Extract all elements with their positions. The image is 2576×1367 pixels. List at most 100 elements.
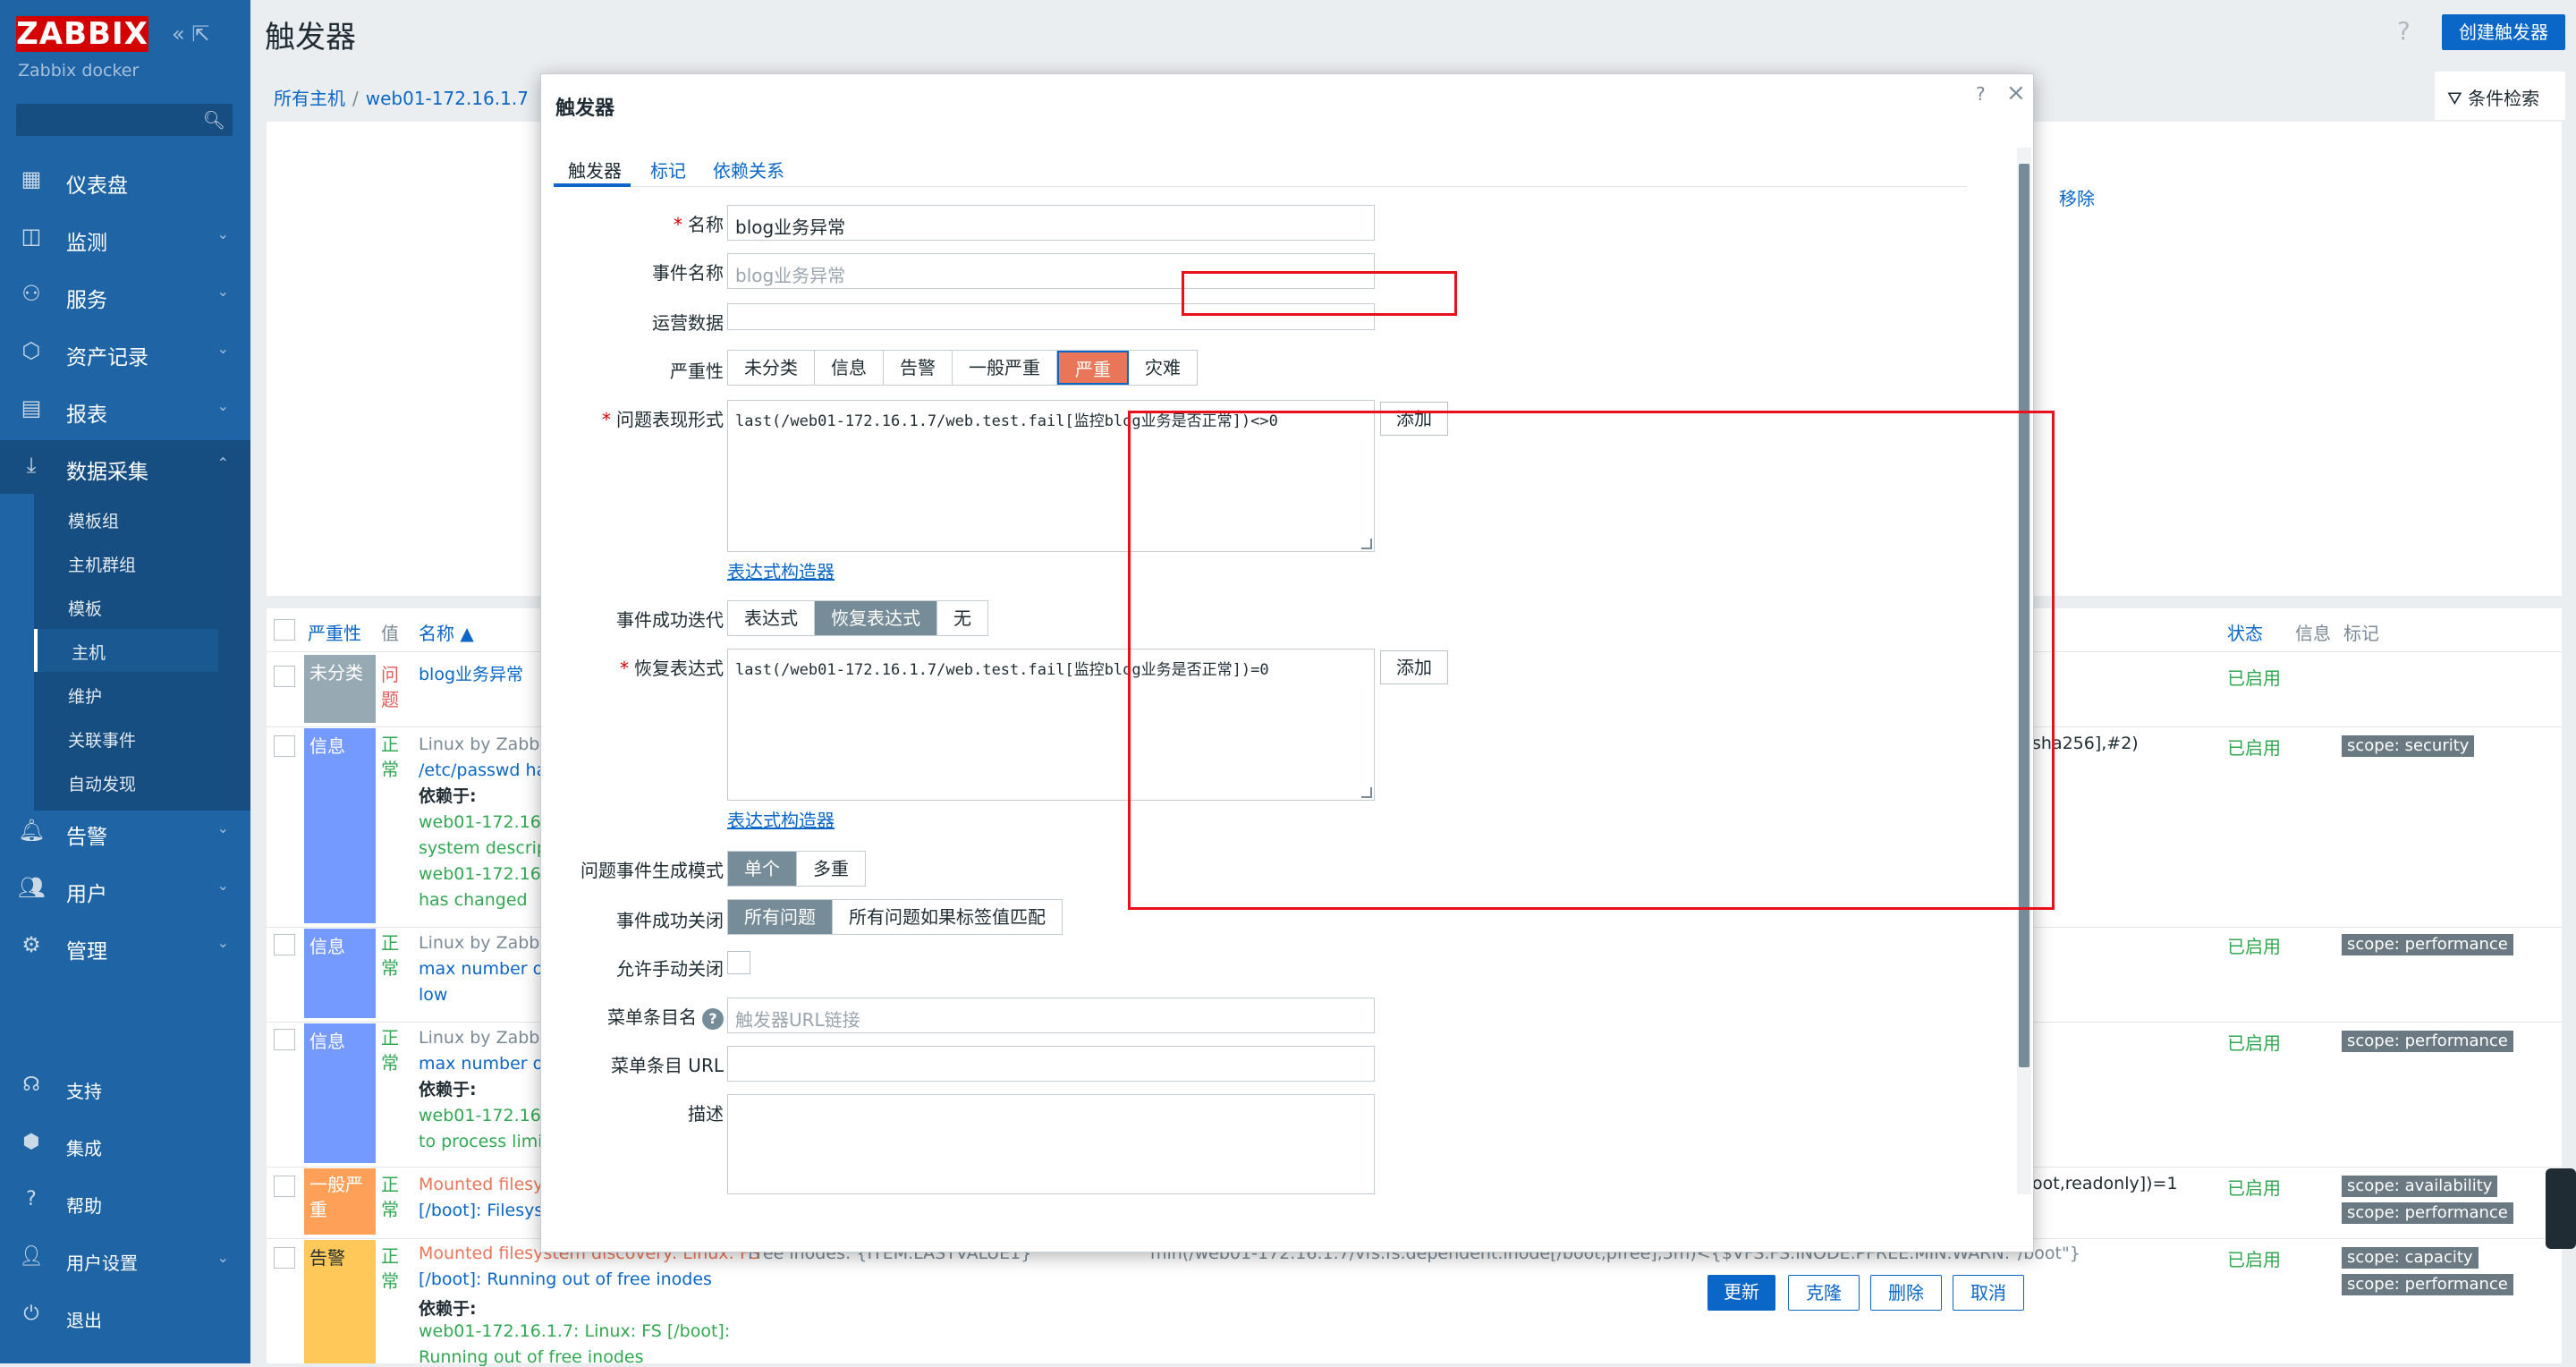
header-name[interactable]: 名称 ▲ (419, 619, 474, 645)
status-cell[interactable]: 已启用 (2227, 932, 2281, 958)
select-all-checkbox[interactable] (274, 619, 295, 641)
menu-name-input[interactable]: 触发器URL链接 (727, 998, 1375, 1033)
description-textarea[interactable] (727, 1094, 1375, 1194)
subnav-item-discovery[interactable]: 自动发现 (34, 760, 218, 803)
dependency-link[interactable]: web01-172.16.1 (419, 810, 544, 836)
sidebar-item-integrations[interactable]: ⬢ 集成 (0, 1118, 250, 1172)
sidebar-item-services[interactable]: ⚇ 服务 ⌄ (0, 268, 250, 322)
update-button[interactable]: 更新 (1707, 1275, 1775, 1311)
severity-option-information[interactable]: 信息 (815, 351, 884, 385)
row-checkbox[interactable] (274, 735, 295, 757)
operational-data-label: 运营数据 (652, 312, 724, 334)
remove-link[interactable]: 移除 (2059, 184, 2095, 210)
sidebar-item-inventory[interactable]: ⬡ 资产记录 ⌄ (0, 326, 250, 379)
severity-option-high[interactable]: 严重 (1057, 351, 1129, 385)
trigger-name-link[interactable]: max number of (419, 956, 544, 982)
sidebar-item-monitoring[interactable]: ◫ 监测 ⌄ (0, 211, 250, 265)
sidebar-item-help[interactable]: ? 帮助 (0, 1176, 250, 1229)
trigger-name-link[interactable]: low (419, 982, 544, 1008)
row-checkbox[interactable] (274, 934, 295, 955)
trigger-line[interactable]: Mounted filesys (419, 1172, 544, 1198)
sidebar-item-sign-out[interactable]: ⏻ 退出 (0, 1290, 250, 1344)
sidebar-item-data-collection[interactable]: ⤓ 数据采集 ⌃ (0, 440, 250, 494)
header-severity[interactable]: 严重性 (308, 619, 361, 645)
sidebar-search-input[interactable]: 🔍︎ (16, 104, 233, 136)
depends-label: 依赖于: (419, 1299, 477, 1319)
subnav-item-hosts[interactable]: 主机 (34, 629, 218, 672)
trigger-name-link[interactable]: /etc/passwd has (419, 758, 544, 784)
close-option-all-problems[interactable]: 所有问题 (728, 900, 833, 934)
tab-tags[interactable]: 标记 (650, 157, 686, 183)
trigger-line: Linux by Zabbix (419, 1028, 544, 1048)
sidebar-item-users[interactable]: 👥︎ 用户 ⌄ (0, 862, 250, 916)
trigger-name-link[interactable]: blog业务异常 (419, 662, 544, 688)
sidebar-item-administration[interactable]: ⚙ 管理 ⌄ (0, 920, 250, 973)
menu-name-label: 菜单条目名? (541, 1003, 724, 1030)
close-option-tag-match[interactable]: 所有问题如果标签值匹配 (833, 900, 1062, 934)
trigger-name-link[interactable]: max number of (419, 1051, 544, 1077)
clone-button[interactable]: 克隆 (1788, 1275, 1860, 1311)
trigger-name-link[interactable]: [/boot]: Running out of free inodes (419, 1269, 712, 1289)
zabbix-logo[interactable]: ZABBIX (16, 16, 148, 52)
ok-option-none[interactable]: 无 (937, 601, 987, 635)
header-status[interactable]: 状态 (2227, 619, 2263, 645)
row-checkbox[interactable] (274, 1176, 295, 1197)
sidebar-item-user-settings[interactable]: 👤︎ 用户设置 ⌄ (0, 1233, 250, 1286)
search-icon[interactable]: 🔍︎ (203, 109, 225, 131)
row-checkbox[interactable] (274, 1029, 295, 1050)
filter-tab[interactable]: ⛛ 条件检索 (2435, 72, 2565, 120)
status-cell[interactable]: 已启用 (2227, 1029, 2281, 1055)
subnav-item-event-correlation[interactable]: 关联事件 (34, 717, 218, 760)
dependency-link[interactable]: web01-172.16.1 (419, 862, 544, 887)
subnav-item-template-groups[interactable]: 模板组 (34, 497, 218, 540)
subnav-item-maintenance[interactable]: 维护 (34, 673, 218, 716)
dependency-link[interactable]: Running out of free inodes (419, 1347, 644, 1367)
dependency-link[interactable]: has changed (419, 887, 544, 913)
menu-url-input[interactable] (727, 1046, 1375, 1082)
subnav-item-host-groups[interactable]: 主机群组 (34, 541, 218, 584)
status-cell[interactable]: 已启用 (2227, 1245, 2281, 1271)
status-cell[interactable]: 已启用 (2227, 734, 2281, 760)
problem-mode-label: 问题事件生成模式 (580, 860, 724, 881)
subnav-item-templates[interactable]: 模板 (34, 585, 218, 628)
name-input[interactable]: blog业务异常 (727, 205, 1375, 241)
row-checkbox[interactable] (274, 1247, 295, 1269)
mode-option-multiple[interactable]: 多重 (797, 852, 865, 886)
manual-close-checkbox[interactable] (727, 951, 750, 974)
close-icon[interactable]: × (2006, 80, 2026, 106)
severity-option-average[interactable]: 一般严重 (953, 351, 1057, 385)
create-trigger-button[interactable]: 创建触发器 (2442, 14, 2565, 50)
breadcrumb-host[interactable]: web01-172.16.1.7 (366, 88, 529, 109)
sidebar-item-support[interactable]: ☊ 支持 (0, 1061, 250, 1115)
dependency-link[interactable]: to process limit (419, 1129, 544, 1155)
expression-builder-link[interactable]: 表达式构造器 (727, 806, 835, 832)
cancel-button[interactable]: 取消 (1953, 1275, 2024, 1311)
box-icon: ⬡ (21, 338, 41, 363)
dependency-link[interactable]: system descript (419, 836, 544, 862)
sidebar-item-reports[interactable]: ▤ 报表 ⌄ (0, 383, 250, 437)
dependency-link[interactable]: web01-172.16.1 (419, 1103, 544, 1129)
severity-option-warning[interactable]: 告警 (884, 351, 953, 385)
dependency-link[interactable]: web01-172.16.1.7: Linux: FS [/boot]: (419, 1321, 730, 1341)
sidebar-item-dashboard[interactable]: ▦ 仪表盘 (0, 154, 250, 208)
collapse-icon[interactable]: « ⇱ (172, 21, 209, 47)
help-icon[interactable]: ? (702, 1008, 724, 1030)
sidebar-item-alerts[interactable]: 🔔︎ 告警 ⌄ (0, 805, 250, 859)
severity-option-not-classified[interactable]: 未分类 (728, 351, 815, 385)
status-cell[interactable]: 已启用 (2227, 1174, 2281, 1200)
severity-option-disaster[interactable]: 灾难 (1129, 351, 1197, 385)
row-checkbox[interactable] (274, 666, 295, 687)
expression-builder-link[interactable]: 表达式构造器 (727, 557, 835, 583)
help-icon[interactable]: ? (2397, 16, 2411, 46)
breadcrumb-all-hosts[interactable]: 所有主机 (274, 88, 345, 109)
status-cell[interactable]: 已启用 (2227, 664, 2281, 690)
ok-option-expression[interactable]: 表达式 (728, 601, 815, 635)
trigger-name-link[interactable]: [/boot]: Filesyste (419, 1198, 544, 1224)
ok-option-recovery-expression[interactable]: 恢复表达式 (815, 601, 937, 635)
tab-dependencies[interactable]: 依赖关系 (713, 157, 784, 183)
mode-option-single[interactable]: 单个 (728, 852, 797, 886)
tab-trigger[interactable]: 触发器 (568, 157, 622, 183)
delete-button[interactable]: 删除 (1870, 1275, 1942, 1311)
side-widget[interactable] (2546, 1168, 2576, 1249)
help-icon[interactable]: ? (1976, 83, 1986, 105)
